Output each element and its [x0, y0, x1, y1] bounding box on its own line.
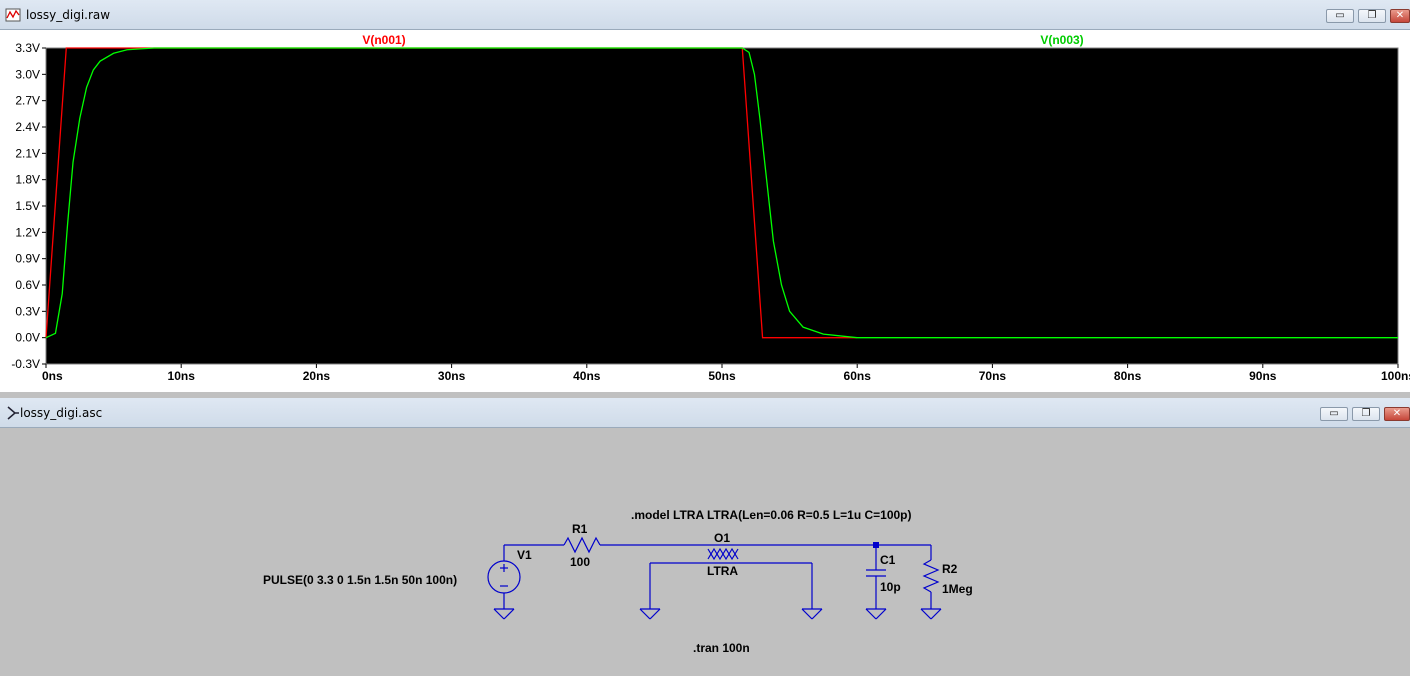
schematic-canvas[interactable]: [0, 398, 1410, 676]
ground-symbol[interactable]: [493, 608, 515, 620]
x-tick-label: 20ns: [303, 369, 331, 383]
resistor-r2-symbol[interactable]: [922, 559, 940, 593]
y-tick-label: -0.3V: [11, 357, 40, 371]
x-tick-label: 40ns: [573, 369, 601, 383]
ground-symbol[interactable]: [639, 608, 661, 620]
trace-label[interactable]: V(n003): [1040, 33, 1083, 47]
tran-directive[interactable]: .tran 100n: [693, 641, 750, 655]
x-tick-label: 50ns: [708, 369, 736, 383]
ground-symbol[interactable]: [865, 608, 887, 620]
y-tick-label: 0.6V: [15, 278, 40, 292]
y-tick-label: 1.5V: [15, 199, 40, 213]
junction-dot: [873, 542, 879, 548]
y-tick-label: 1.8V: [15, 173, 40, 187]
ground-symbol[interactable]: [801, 608, 823, 620]
r2-name-label[interactable]: R2: [942, 562, 957, 576]
x-tick-label: 60ns: [844, 369, 872, 383]
x-tick-label: 80ns: [1114, 369, 1142, 383]
x-tick-label: 10ns: [168, 369, 196, 383]
source-polarity-marks: [500, 564, 508, 587]
y-tick-label: 2.1V: [15, 146, 40, 160]
y-tick-label: 0.9V: [15, 252, 40, 266]
y-tick-label: 3.3V: [15, 41, 40, 55]
o1-name-label[interactable]: O1: [714, 531, 730, 545]
v1-value-label[interactable]: PULSE(0 3.3 0 1.5n 1.5n 50n 100n): [263, 573, 457, 587]
waveform-icon: [5, 8, 21, 22]
r1-name-label[interactable]: R1: [572, 522, 587, 536]
y-tick-label: 0.3V: [15, 304, 40, 318]
waveform-plot[interactable]: 3.3V 3.0V 2.7V 2.4V 2.1V 1.8V 1.5V 1.2V 0.9V 0.6V…: [0, 30, 1410, 392]
r1-value-label[interactable]: 100: [570, 555, 590, 569]
transmission-line-o1-symbol[interactable]: [697, 544, 747, 564]
y-tick-label: 2.7V: [15, 94, 40, 108]
x-tick-label: 100ns: [1381, 369, 1410, 383]
x-tick-label: 30ns: [438, 369, 466, 383]
y-tick-label: 3.0V: [15, 67, 40, 81]
y-tick-label: 2.4V: [15, 120, 40, 134]
close-button[interactable]: ✕: [1390, 9, 1410, 23]
r2-value-label[interactable]: 1Meg: [942, 582, 973, 596]
plot-background[interactable]: [45, 47, 1399, 365]
restore-button[interactable]: ❐: [1358, 9, 1386, 23]
waveform-window-titlebar[interactable]: lossy_digi.raw ▭ ❐ ✕: [0, 0, 1410, 30]
c1-value-label[interactable]: 10p: [880, 580, 901, 594]
y-tick-label: 1.2V: [15, 225, 40, 239]
c1-name-label[interactable]: C1: [880, 553, 895, 567]
capacitor-c1-symbol[interactable]: [866, 569, 886, 577]
ground-symbol[interactable]: [920, 608, 942, 620]
schematic-window[interactable]: lossy_digi.asc ▭ ❐ ✕ .model LTRA LTRA(Le…: [0, 398, 1410, 676]
trace-label[interactable]: V(n001): [362, 33, 405, 47]
y-tick-label: 0.0V: [15, 331, 40, 345]
x-tick-label: 70ns: [979, 369, 1007, 383]
waveform-window-title: lossy_digi.raw: [26, 8, 111, 22]
v1-name-label[interactable]: V1: [517, 548, 532, 562]
model-directive[interactable]: .model LTRA LTRA(Len=0.06 R=0.5 L=1u C=1…: [631, 508, 912, 522]
waveform-window[interactable]: lossy_digi.raw ▭ ❐ ✕ 3.3V 3.0V 2.7V 2.4V 2.1…: [0, 0, 1410, 392]
o1-value-label[interactable]: LTRA: [707, 564, 738, 578]
x-tick-label: 90ns: [1249, 369, 1277, 383]
resistor-r1-symbol[interactable]: [563, 536, 601, 554]
x-tick-label: 0ns: [42, 369, 63, 383]
minimize-button[interactable]: ▭: [1326, 9, 1354, 23]
